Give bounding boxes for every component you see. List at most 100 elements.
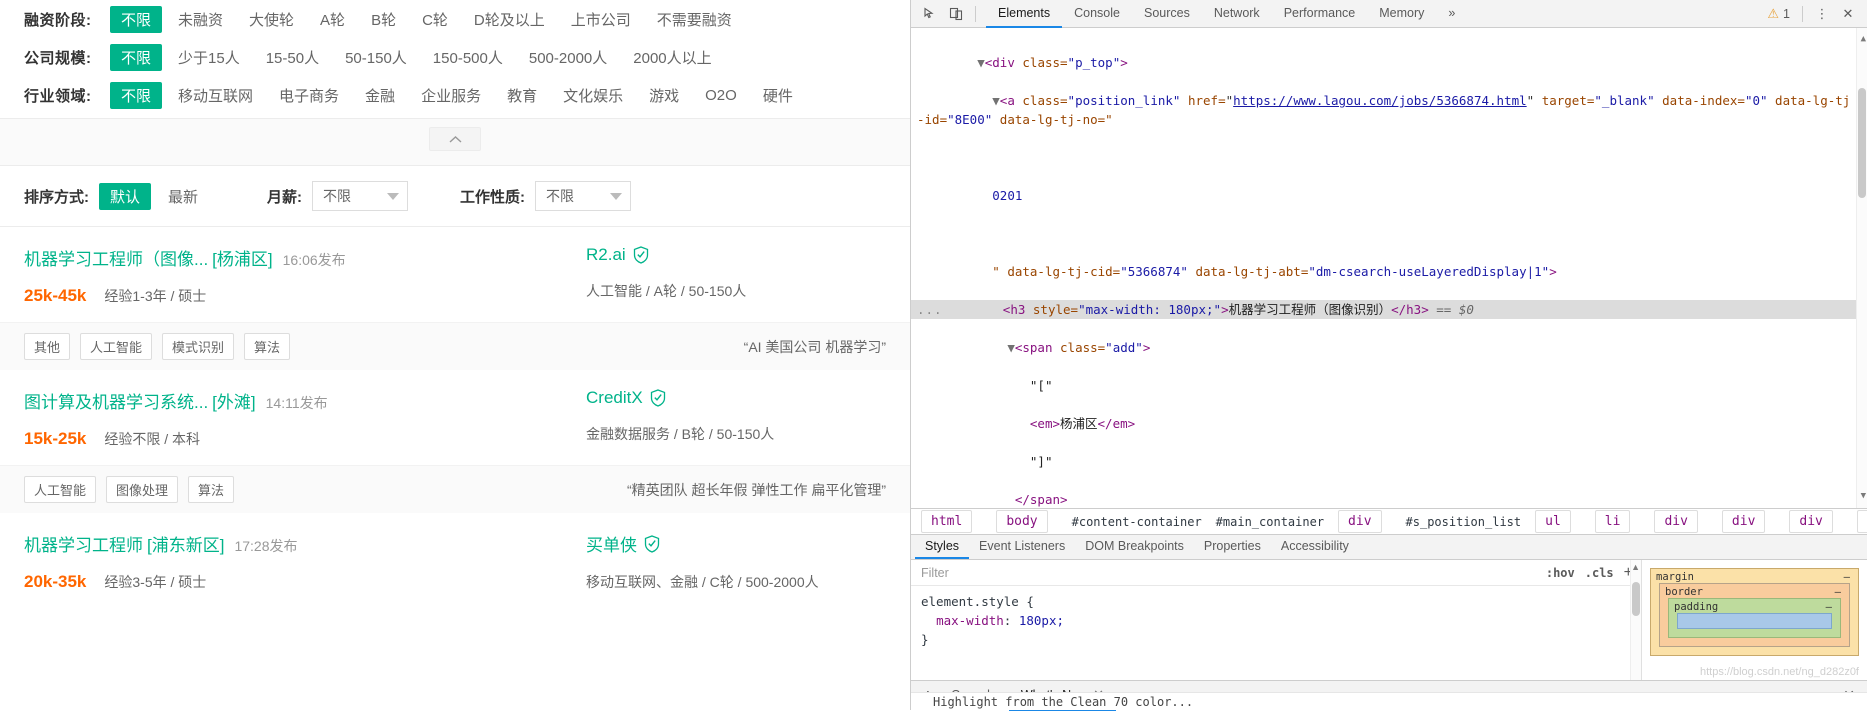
dom-line[interactable]: <em>杨浦区</em> [917, 414, 1853, 433]
tab-memory[interactable]: Memory [1367, 0, 1436, 28]
dom-line[interactable]: </span> [917, 490, 1853, 508]
tab-dom-breakpoints[interactable]: DOM Breakpoints [1075, 535, 1194, 559]
collapsed-ellipsis-icon[interactable]: ... [917, 302, 943, 317]
job-tag[interactable]: 人工智能 [80, 333, 153, 360]
styles-scrollbar[interactable]: ▲ [1630, 560, 1641, 680]
box-model-padding[interactable]: padding – [1668, 598, 1841, 638]
warning-indicator[interactable]: ⚠ 1 [1761, 6, 1796, 22]
dom-line[interactable]: "[" [917, 376, 1853, 395]
breadcrumb-item-div-4[interactable]: div [1789, 510, 1833, 533]
tab-accessibility[interactable]: Accessibility [1271, 535, 1359, 559]
box-model-padding-value[interactable]: – [1826, 601, 1832, 613]
filter-option-size-4[interactable]: 150-500人 [423, 45, 513, 70]
tab-elements[interactable]: Elements [986, 0, 1063, 28]
filter-option-size-3[interactable]: 50-150人 [335, 45, 417, 70]
tab-properties[interactable]: Properties [1194, 535, 1271, 559]
scrollbar-thumb[interactable] [1858, 88, 1866, 198]
scroll-up-icon[interactable]: ▲ [1861, 30, 1866, 49]
hov-toggle-button[interactable]: :hov [1546, 566, 1575, 580]
collapse-filters-button[interactable] [429, 127, 481, 151]
job-tag[interactable]: 人工智能 [24, 476, 97, 503]
job-tag[interactable]: 其他 [24, 333, 71, 360]
sort-option-latest[interactable]: 最新 [157, 183, 209, 210]
css-property-name[interactable]: max-width [936, 613, 1004, 628]
filter-option-size-5[interactable]: 500-2000人 [519, 45, 617, 70]
filter-option-industry-6[interactable]: 文化娱乐 [553, 83, 633, 108]
job-tag[interactable]: 算法 [244, 333, 291, 360]
job-tag[interactable]: 算法 [188, 476, 235, 503]
company-name-link[interactable]: 买单侠 [586, 531, 637, 556]
filter-option-size-0[interactable]: 不限 [110, 43, 163, 71]
filter-option-industry-9[interactable]: 硬件 [753, 83, 803, 108]
tab-network[interactable]: Network [1202, 0, 1272, 28]
filter-option-size-6[interactable]: 2000人以上 [623, 45, 721, 70]
job-title-link[interactable]: 机器学习工程师（图像... [24, 245, 208, 270]
kebab-menu-icon[interactable]: ⋮ [1809, 2, 1835, 26]
rule-declaration[interactable]: max-width: 180px; [921, 611, 1631, 630]
filter-option-funding-7[interactable]: 上市公司 [561, 7, 641, 32]
filter-option-funding-2[interactable]: 大使轮 [239, 7, 304, 32]
filter-option-industry-2[interactable]: 电子商务 [269, 83, 349, 108]
expand-triangle-icon[interactable]: ▼ [1007, 340, 1015, 355]
breadcrumb-item-a[interactable]: a [1856, 510, 1867, 533]
tab-styles[interactable]: Styles [915, 535, 970, 559]
expand-triangle-icon[interactable]: ▼ [992, 93, 1000, 108]
filter-option-industry-0[interactable]: 不限 [110, 81, 163, 109]
dom-line[interactable]: ▼<div class="p_top"> [917, 53, 1853, 72]
filter-option-funding-4[interactable]: B轮 [361, 7, 406, 32]
filter-option-industry-5[interactable]: 教育 [497, 83, 547, 108]
filter-option-industry-4[interactable]: 企业服务 [411, 83, 491, 108]
company-name-link[interactable]: R2.ai [586, 245, 626, 265]
breadcrumb-item-div-2[interactable]: div [1654, 510, 1698, 533]
filter-option-funding-5[interactable]: C轮 [412, 7, 458, 32]
box-model-margin[interactable]: margin – border – padding – [1650, 568, 1859, 656]
filter-option-industry-8[interactable]: O2O [695, 85, 747, 106]
filter-option-funding-6[interactable]: D轮及以上 [464, 7, 555, 32]
device-toolbar-icon[interactable] [943, 2, 969, 26]
box-model-content[interactable] [1677, 613, 1832, 629]
breadcrumb-item-main-container[interactable]: #main_container [1216, 515, 1324, 529]
jobtype-select[interactable]: 不限 [535, 181, 632, 211]
dom-line-selected[interactable]: ... <h3 style="max-width: 180px;">机器学习工程… [911, 300, 1867, 319]
rule-selector[interactable]: element.style { [921, 592, 1631, 611]
filter-option-industry-7[interactable]: 游戏 [639, 83, 689, 108]
dom-tree-panel[interactable]: ▼<div class="p_top"> ▼<a class="position… [911, 28, 1867, 508]
breadcrumb-item-li[interactable]: li [1594, 510, 1631, 533]
filter-option-funding-1[interactable]: 未融资 [168, 7, 233, 32]
company-name-link[interactable]: CreditX [586, 388, 643, 408]
cls-toggle-button[interactable]: .cls [1585, 566, 1614, 580]
breadcrumb-item-content-container[interactable]: #content-container [1072, 515, 1202, 529]
box-model-border[interactable]: border – padding – [1659, 583, 1850, 647]
box-model-border-value[interactable]: – [1835, 586, 1841, 598]
dom-href-link[interactable]: https://www.lagou.com/jobs/5366874.html [1233, 93, 1527, 108]
expand-triangle-icon[interactable]: ▼ [977, 55, 985, 70]
chevron-double-right-icon[interactable]: » [1436, 0, 1467, 28]
dom-tree-scrollbar[interactable]: ▲ ▼ [1856, 28, 1867, 508]
dom-line[interactable]: " data-lg-tj-cid="5366874" data-lg-tj-ab… [917, 262, 1853, 281]
job-title-link[interactable]: 机器学习工程师 [24, 531, 143, 556]
sort-option-default[interactable]: 默认 [99, 182, 152, 210]
close-icon[interactable]: ✕ [1835, 2, 1861, 26]
scroll-down-icon[interactable]: ▼ [1861, 487, 1866, 506]
tab-console[interactable]: Console [1062, 0, 1132, 28]
job-list-item[interactable]: 图计算及机器学习系统... [外滩] 14:11发布 15k-25k 经验不限 … [0, 370, 910, 513]
job-list-item[interactable]: 机器学习工程师 [浦东新区] 17:28发布 20k-35k 经验3-5年 / … [0, 513, 910, 592]
filter-option-industry-1[interactable]: 移动互联网 [168, 83, 263, 108]
filter-option-funding-8[interactable]: 不需要融资 [647, 7, 742, 32]
dom-line[interactable]: 0201 [917, 186, 1853, 205]
job-title-link[interactable]: 图计算及机器学习系统... [24, 388, 208, 413]
dom-line[interactable]: "]" [917, 452, 1853, 471]
filter-option-size-2[interactable]: 15-50人 [256, 45, 329, 70]
breadcrumb-item-s-position-list[interactable]: #s_position_list [1406, 515, 1522, 529]
salary-select[interactable]: 不限 [312, 181, 409, 211]
filter-option-size-1[interactable]: 少于15人 [168, 45, 250, 70]
inspect-element-icon[interactable] [917, 2, 943, 26]
breadcrumb-item-div[interactable]: div [1338, 510, 1382, 533]
dom-line[interactable]: ▼<span class="add"> [917, 338, 1853, 357]
tab-sources[interactable]: Sources [1132, 0, 1202, 28]
scroll-up-icon[interactable]: ▲ [1631, 562, 1640, 572]
job-tag[interactable]: 图像处理 [106, 476, 179, 503]
box-model-margin-value[interactable]: – [1844, 571, 1850, 583]
dom-line[interactable]: ▼<a class="position_link" href="https://… [917, 91, 1853, 129]
breadcrumb-item-body[interactable]: body [996, 510, 1048, 533]
